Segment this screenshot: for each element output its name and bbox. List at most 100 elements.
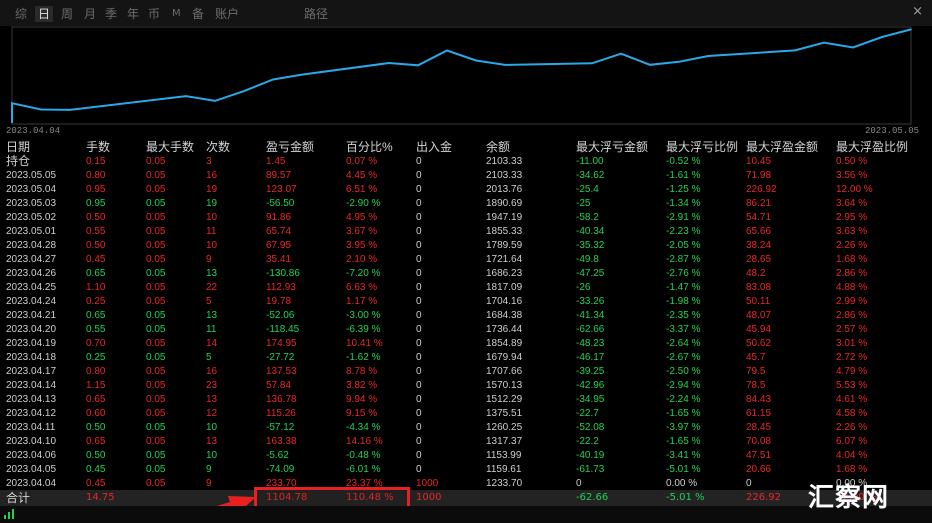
- balance-point: [214, 100, 216, 102]
- total-row: 合计 14.75 1104.78 110.48 % 1000 -62.66 -5…: [0, 490, 932, 506]
- cell-pnl: 91.86: [266, 212, 292, 223]
- cell-pnl: 123.07: [266, 184, 297, 195]
- cell-lots: 0.50: [86, 212, 106, 223]
- balance-point: [707, 55, 709, 57]
- table-row[interactable]: 2023.04.12 0.60 0.05 12 115.26 9.15 % 0 1375.51…: [0, 407, 932, 421]
- table-row[interactable]: 2023.05.03 0.95 0.05 19 -56.50 -2.90 % 0 1890.6…: [0, 197, 932, 211]
- table-row[interactable]: 2023.05.01 0.55 0.05 11 65.74 3.67 % 0 1855.33 -…: [0, 225, 932, 239]
- cell-date: 2023.04.25: [6, 282, 57, 293]
- cell-pnl: 65.74: [266, 226, 292, 237]
- cell-pnl: 89.57: [266, 170, 292, 181]
- cell-lots: 0.95: [86, 184, 106, 195]
- cell-count: 13: [206, 310, 218, 321]
- cell-max-float-loss: -40.19: [576, 450, 605, 461]
- cell-max-float-profit-pct: 3.56 %: [836, 170, 868, 181]
- table-row[interactable]: 2023.04.13 0.65 0.05 13 136.78 9.94 % 0 1512.29…: [0, 393, 932, 407]
- balance-line-chart: [11, 26, 912, 125]
- tab-week[interactable]: 周: [61, 6, 73, 22]
- table-row[interactable]: 2023.04.05 0.45 0.05 9 -74.09 -6.01 % 0 1159.61…: [0, 463, 932, 477]
- cell-balance: 1233.70: [486, 478, 523, 489]
- table-row[interactable]: 2023.05.02 0.50 0.05 10 91.86 4.95 % 0 1947.19 -…: [0, 211, 932, 225]
- table-row[interactable]: 2023.04.20 0.55 0.05 11 -118.45 -6.39 % 0 1736.…: [0, 323, 932, 337]
- cell-lots: 0.65: [86, 310, 106, 321]
- cell-max-float-loss: -47.25: [576, 268, 605, 279]
- header-deposit: 出入金: [416, 140, 453, 154]
- table-row[interactable]: 2023.04.11 0.50 0.05 10 -57.12 -4.34 % 0 1260.2…: [0, 421, 932, 435]
- cell-pnl: 19.78: [266, 296, 292, 307]
- cell-date: 2023.04.11: [6, 422, 56, 433]
- cell-deposit: 0: [416, 436, 422, 447]
- watermark-logo-text: 汇察网: [808, 483, 890, 513]
- cell-balance: 1855.33: [486, 226, 523, 237]
- table-row[interactable]: 2023.04.10 0.65 0.05 13 163.38 14.16 % 0 1317.3…: [0, 435, 932, 449]
- cell-percent: -0.48 %: [346, 450, 381, 461]
- cell-balance: 1159.61: [486, 464, 522, 475]
- cell-balance: 1947.19: [486, 212, 523, 223]
- table-row[interactable]: 2023.04.27 0.45 0.05 9 35.41 2.10 % 0 1721.64 -4…: [0, 253, 932, 267]
- cell-percent: -7.20 %: [346, 268, 381, 279]
- cell-max-float-loss-pct: -1.98 %: [666, 296, 701, 307]
- table-row[interactable]: 2023.04.24 0.25 0.05 5 19.78 1.17 % 0 1704.16 -3…: [0, 295, 932, 309]
- cell-pnl: 35.41: [266, 254, 292, 265]
- cell-deposit: 0: [416, 366, 422, 377]
- cell-date: 2023.05.05: [6, 170, 57, 181]
- tab-summary[interactable]: 综: [15, 6, 27, 22]
- cell-max-float-profit: 54.71: [746, 212, 772, 223]
- cell-max-lots: 0.05: [146, 254, 166, 265]
- table-row[interactable]: 2023.04.04 0.45 0.05 9 233.70 23.37 % 1000 1233…: [0, 477, 932, 491]
- cell-percent: -6.01 %: [346, 464, 381, 475]
- cell-balance: 1153.99: [486, 450, 522, 461]
- tab-notes[interactable]: 备: [192, 6, 204, 22]
- table-row[interactable]: 2023.05.05 0.80 0.05 16 89.57 4.45 % 0 2103.33 -…: [0, 169, 932, 183]
- table-row[interactable]: 2023.04.26 0.65 0.05 13 -130.86 -7.20 % 0 1686.…: [0, 267, 932, 281]
- cell-pnl: 1.45: [266, 156, 286, 167]
- cell-max-float-profit: 10.45: [746, 156, 772, 167]
- cell-max-float-profit-pct: 0.50 %: [836, 156, 868, 167]
- cell-balance: 2013.76: [486, 184, 523, 195]
- tab-m[interactable]: M: [172, 6, 181, 22]
- table-row[interactable]: 2023.04.25 1.10 0.05 22 112.93 6.63 % 0 1817.09…: [0, 281, 932, 295]
- tab-day[interactable]: 日: [35, 6, 54, 22]
- table-row[interactable]: 2023.04.18 0.25 0.05 5 -27.72 -1.62 % 0 1679.94…: [0, 351, 932, 365]
- table-row[interactable]: 持仓 0.15 0.05 3 1.45 0.07 % 0 2103.33 -11.00 -0.52…: [0, 155, 932, 169]
- cell-deposit: 0: [416, 422, 422, 433]
- cell-lots: 0.80: [86, 366, 106, 377]
- cell-max-float-loss: -49.8: [576, 254, 599, 265]
- cell-count: 10: [206, 422, 218, 433]
- cell-max-float-loss-pct: -2.76 %: [666, 268, 701, 279]
- tab-year[interactable]: 年: [127, 6, 139, 22]
- table-row[interactable]: 2023.04.14 1.15 0.05 23 57.84 3.82 % 0 1570.13 -…: [0, 379, 932, 393]
- cell-count: 9: [206, 464, 212, 475]
- close-icon[interactable]: ×: [912, 4, 923, 20]
- cell-max-float-profit-pct: 2.72 %: [836, 352, 868, 363]
- tab-path[interactable]: 路径: [304, 6, 328, 22]
- cell-max-float-profit-pct: 3.01 %: [836, 338, 868, 349]
- cell-lots: 1.15: [86, 380, 106, 391]
- cell-max-float-loss-pct: -3.37 %: [666, 324, 701, 335]
- cell-max-float-loss: -40.34: [576, 226, 605, 237]
- cell-balance: 1704.16: [486, 296, 523, 307]
- cell-count: 9: [206, 254, 212, 265]
- cell-count: 13: [206, 268, 218, 279]
- table-row[interactable]: 2023.04.06 0.50 0.05 10 -5.62 -0.48 % 0 1153.99…: [0, 449, 932, 463]
- tab-quarter[interactable]: 季: [105, 6, 117, 22]
- table-row[interactable]: 2023.04.28 0.50 0.05 10 67.95 3.95 % 0 1789.59 -…: [0, 239, 932, 253]
- cell-count: 5: [206, 352, 212, 363]
- table-row[interactable]: 2023.05.04 0.95 0.05 19 123.07 6.51 % 0 2013.76…: [0, 183, 932, 197]
- table-row[interactable]: 2023.04.21 0.65 0.05 13 -52.06 -3.00 % 0 1684.3…: [0, 309, 932, 323]
- cell-max-float-loss: -42.96: [576, 380, 605, 391]
- table-row[interactable]: 2023.04.19 0.70 0.05 14 174.95 10.41 % 0 1854.8…: [0, 337, 932, 351]
- cell-percent: -6.39 %: [346, 324, 381, 335]
- tab-month[interactable]: 月: [84, 6, 96, 22]
- header-pnl: 盈亏金额: [266, 140, 315, 154]
- cell-pnl: 136.78: [266, 394, 297, 405]
- balance-point: [910, 28, 912, 31]
- cell-max-float-profit-pct: 4.88 %: [836, 282, 868, 293]
- cell-deposit: 0: [416, 324, 422, 335]
- cell-max-float-profit: 47.51: [746, 450, 772, 461]
- tab-currency[interactable]: 币: [148, 6, 160, 22]
- cell-count: 13: [206, 394, 218, 405]
- tab-account[interactable]: 账户: [215, 6, 239, 22]
- table-row[interactable]: 2023.04.17 0.80 0.05 16 137.53 8.78 % 0 1707.66…: [0, 365, 932, 379]
- cell-percent: 0.07 %: [346, 156, 378, 167]
